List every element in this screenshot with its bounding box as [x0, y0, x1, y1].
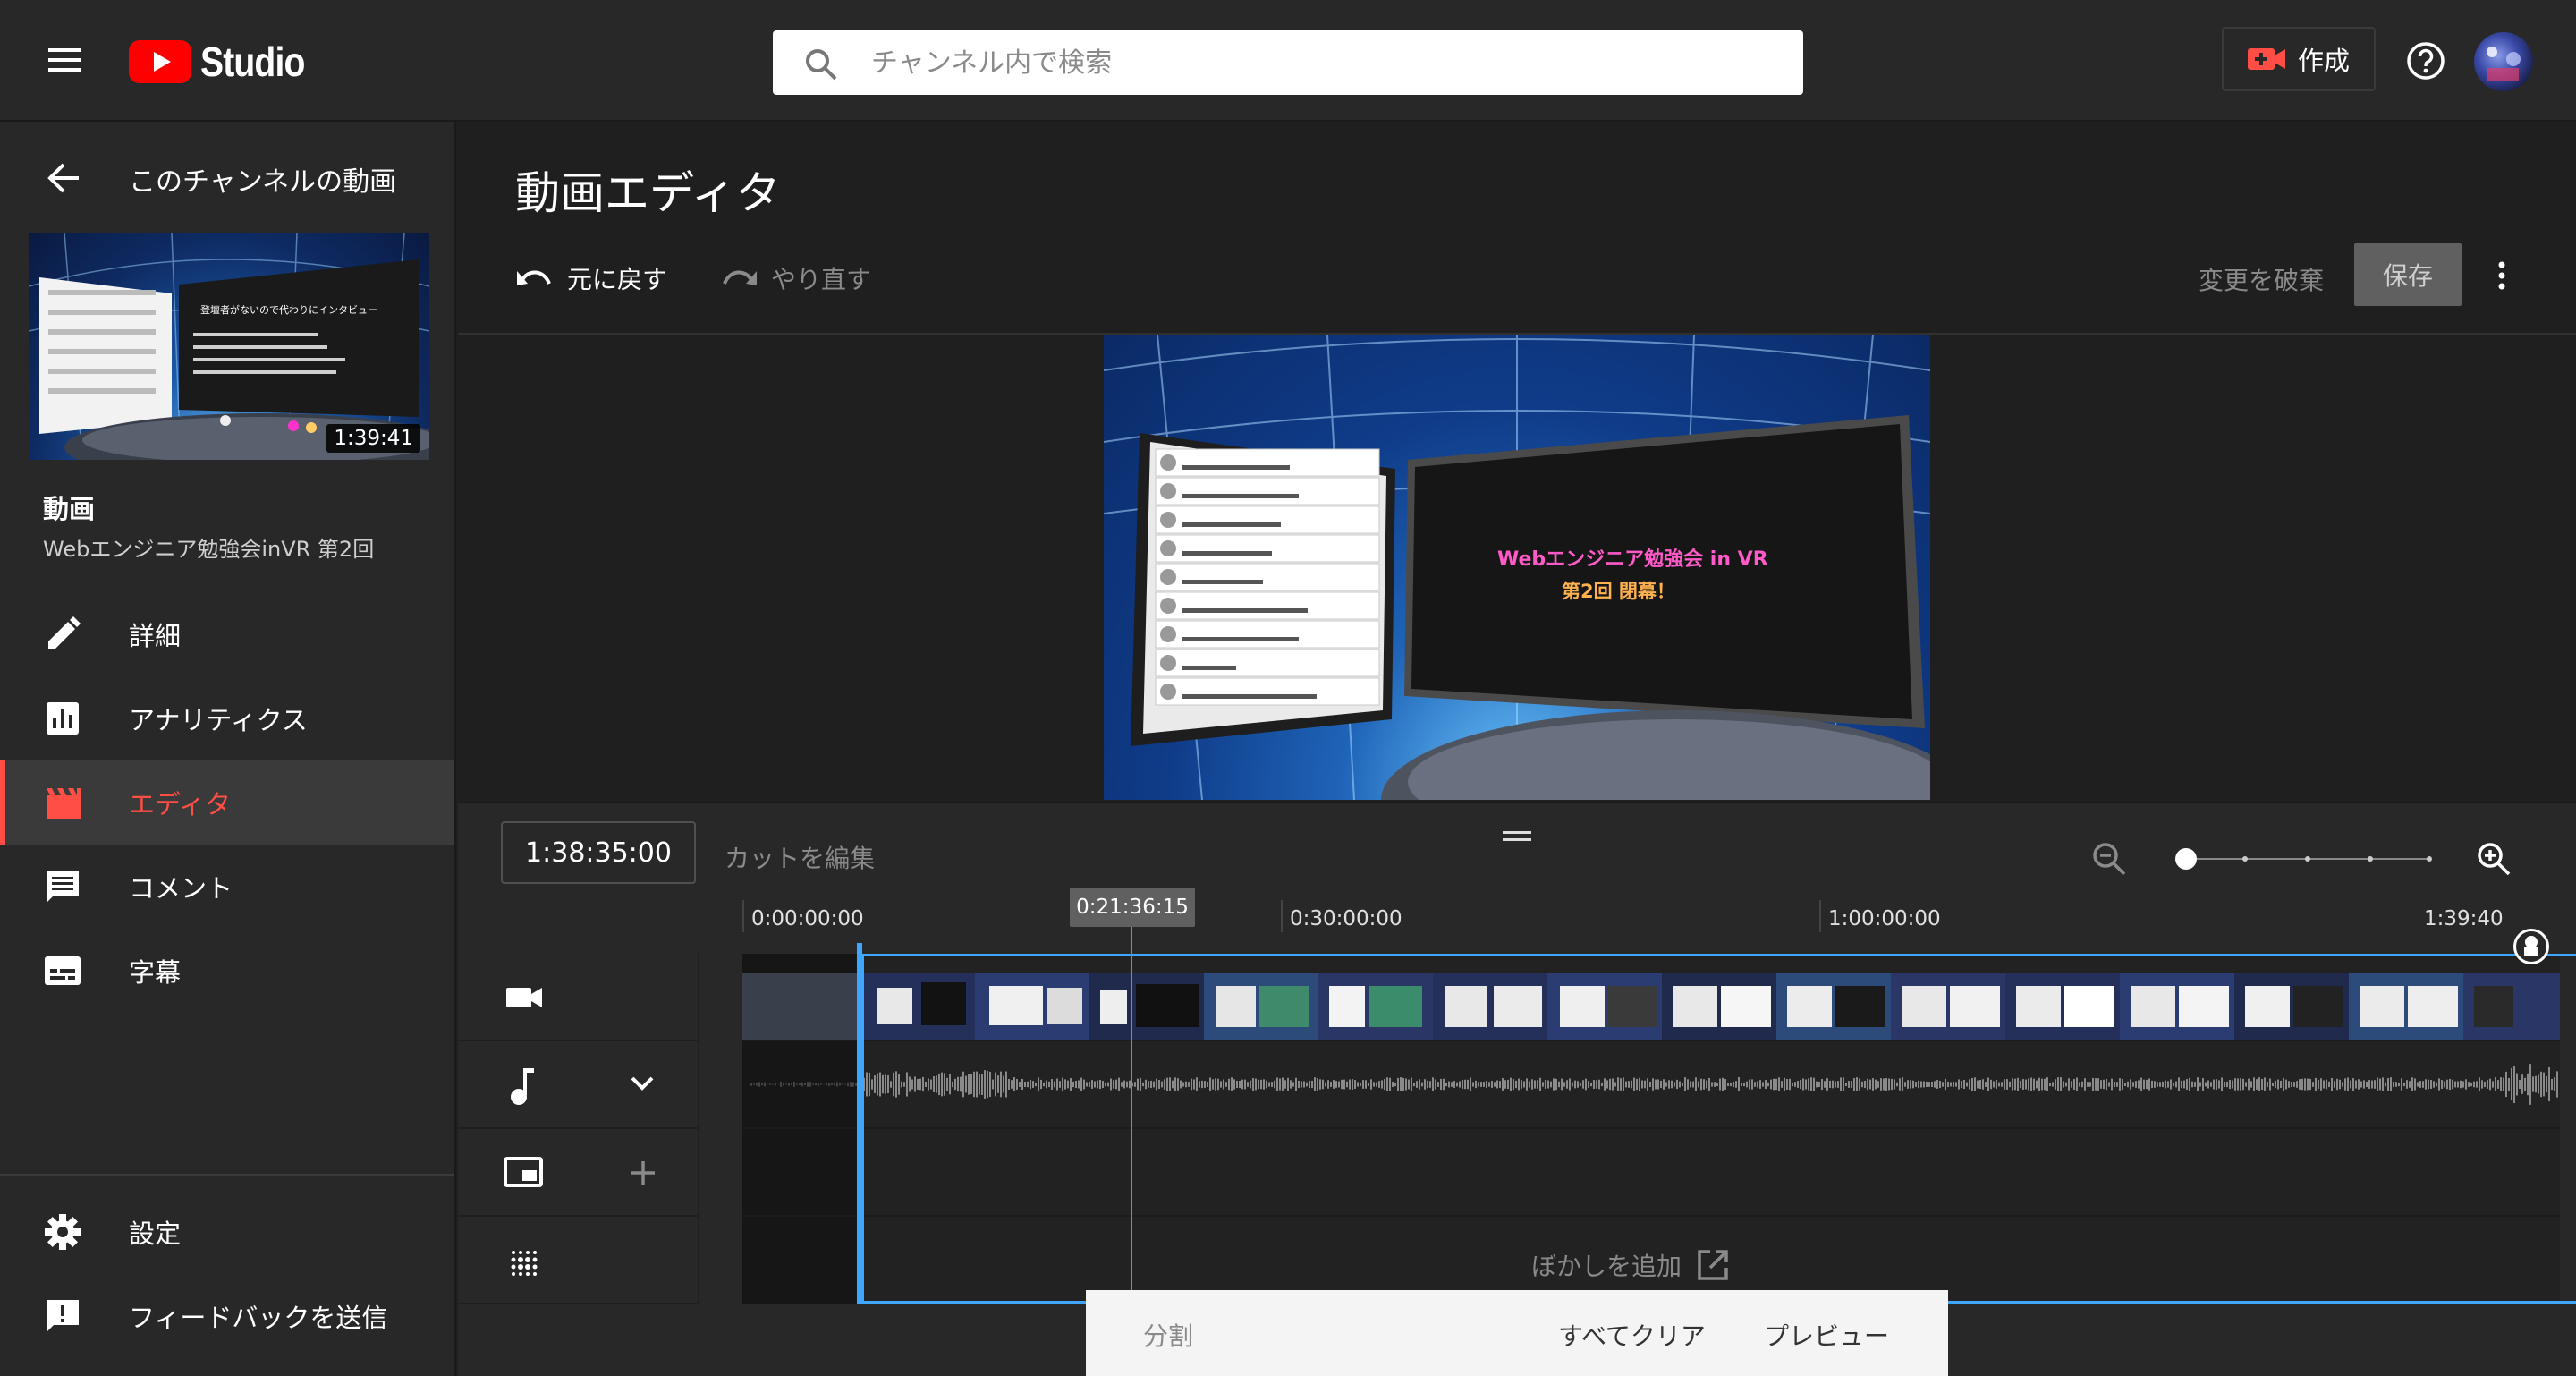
playhead-time-badge[interactable]: 0:21:36:15 — [1070, 888, 1195, 927]
redo-label: やり直す — [771, 265, 872, 294]
top-header: Studio 作成 — [0, 0, 2576, 122]
audio-track-label — [458, 1041, 699, 1129]
clear-all-button[interactable]: すべてクリア — [1558, 1317, 1706, 1353]
search-box[interactable] — [773, 30, 1803, 95]
redo-icon — [723, 270, 757, 285]
video-thumbnail[interactable]: 登壇者がないので代わりにインタビュー 1:39:41 — [29, 233, 429, 460]
thumbnail-duration: 1:39:41 — [326, 424, 420, 453]
svg-text:登壇者がないので代わりにインタビュー: 登壇者がないので代わりにインタビュー — [200, 303, 377, 316]
zoom-out-icon[interactable] — [2091, 841, 2127, 877]
ruler-label: 1:39:40 — [2424, 907, 2504, 930]
current-time-field[interactable]: 1:38:35:00 — [501, 821, 696, 884]
main-editor: 動画エディタ 元に戻す やり直す 変更を破棄 保存 Webエンジニア勉強会 in… — [458, 122, 2576, 1376]
sidebar-item-label: エディタ — [129, 789, 231, 820]
menu-icon[interactable] — [47, 45, 82, 75]
ruler-tick — [1281, 900, 1283, 932]
resize-handle-icon[interactable] — [1501, 828, 1533, 845]
sidebar-item-label: 詳細 — [129, 621, 182, 651]
music-note-icon — [511, 1068, 534, 1105]
avatar[interactable] — [2474, 32, 2533, 91]
page-title: 動画エディタ — [515, 167, 781, 219]
subtitles-icon — [45, 956, 80, 985]
create-button[interactable]: 作成 — [2222, 27, 2376, 91]
timeline-tracks[interactable]: ぼかしを追加 — [742, 943, 2576, 1304]
sidebar-item-editor[interactable]: エディタ — [0, 760, 454, 845]
svg-text:第2回 閉幕！: 第2回 閉幕！ — [1562, 581, 1675, 602]
feedback-icon — [47, 1300, 79, 1332]
sidebar-item-feedback[interactable]: フィードバックを送信 — [0, 1274, 454, 1358]
save-button[interactable]: 保存 — [2354, 243, 2462, 306]
chevron-down-icon[interactable] — [630, 1074, 655, 1093]
sidebar-item-analytics[interactable]: アナリティクス — [0, 676, 454, 760]
zoom-slider[interactable] — [2174, 845, 2438, 873]
undo-label: 元に戻す — [567, 265, 668, 294]
zoom-slider-thumb — [2175, 848, 2197, 870]
ruler-label: 0:00:00:00 — [751, 907, 864, 930]
trim-handle-left[interactable] — [857, 943, 862, 1304]
ruler-label: 0:30:00:00 — [1290, 907, 1402, 930]
redo-button[interactable]: やり直す — [719, 256, 871, 301]
svg-text:Webエンジニア勉強会 in VR: Webエンジニア勉強会 in VR — [1497, 548, 1768, 571]
trim-end-handle[interactable] — [2513, 929, 2549, 964]
sidebar-divider — [0, 1174, 454, 1176]
back-label: このチャンネルの動画 — [129, 166, 397, 198]
end-screen-icon — [504, 1157, 543, 1187]
back-arrow-icon — [47, 163, 79, 193]
video-preview-area: Webエンジニア勉強会 in VR 第2回 閉幕！ — [458, 333, 2576, 800]
brand-text: Studio — [200, 38, 305, 85]
video-track-label — [458, 954, 699, 1041]
sidebar-item-settings[interactable]: 設定 — [0, 1190, 454, 1274]
sidebar-item-label: 字幕 — [129, 957, 182, 988]
search-input[interactable] — [871, 30, 1766, 95]
youtube-studio-logo[interactable]: Studio — [129, 38, 323, 85]
video-camera-icon — [506, 988, 542, 1007]
sidebar-item-details[interactable]: 詳細 — [0, 592, 454, 676]
edit-cut-label[interactable]: カットを編集 — [724, 839, 875, 875]
help-icon[interactable] — [2406, 41, 2445, 81]
sidebar-item-subtitles[interactable]: 字幕 — [0, 929, 454, 1013]
undo-button[interactable]: 元に戻す — [515, 256, 667, 301]
ruler-tick — [742, 900, 744, 932]
section-title: 動画 — [43, 494, 96, 524]
ruler-label: 1:00:00:00 — [1828, 907, 1941, 930]
sidebar-item-comments[interactable]: コメント — [0, 845, 454, 929]
zoom-in-icon[interactable] — [2476, 841, 2512, 877]
sidebar-item-label: アナリティクス — [129, 705, 308, 735]
more-options-icon[interactable] — [2496, 256, 2508, 295]
preview-button[interactable]: プレビュー — [1764, 1317, 1889, 1353]
create-label: 作成 — [2297, 46, 2350, 76]
sidebar-item-label: コメント — [129, 873, 233, 904]
undo-icon — [517, 270, 551, 285]
end-screen-track-label — [458, 1129, 699, 1217]
blur-track-label — [458, 1217, 699, 1304]
split-button[interactable]: 分割 — [1143, 1317, 1193, 1353]
ruler-tick — [1819, 900, 1821, 932]
add-icon[interactable] — [630, 1159, 657, 1186]
editor-clapper-icon — [47, 788, 80, 819]
gear-icon — [45, 1214, 80, 1250]
search-icon — [806, 49, 837, 81]
video-frame-scene: Webエンジニア勉強会 in VR 第2回 閉幕！ — [1104, 335, 1930, 800]
pencil-icon — [48, 616, 80, 649]
sidebar-item-label: 設定 — [129, 1219, 182, 1249]
back-to-channel-videos[interactable]: このチャンネルの動画 — [0, 149, 454, 208]
video-preview[interactable]: Webエンジニア勉強会 in VR 第2回 閉幕！ — [1104, 335, 1930, 800]
trim-selection[interactable] — [860, 954, 2576, 1304]
sidebar: このチャンネルの動画 登壇者がないので代わりにインタビュー 1:39:41 動画… — [0, 122, 456, 1376]
comment-icon — [47, 871, 79, 903]
playhead-line[interactable] — [1131, 913, 1132, 1308]
bottom-action-bar: 分割 すべてクリア プレビュー — [1086, 1290, 1948, 1376]
sidebar-item-label: フィードバックを送信 — [129, 1303, 388, 1333]
video-create-icon — [2247, 48, 2285, 70]
youtube-logo-icon — [129, 40, 191, 83]
analytics-icon — [47, 702, 79, 735]
video-title: Webエンジニア勉強会inVR 第2回 — [43, 537, 375, 562]
discard-changes-button[interactable]: 変更を破棄 — [2199, 261, 2324, 297]
blur-icon — [511, 1251, 538, 1276]
